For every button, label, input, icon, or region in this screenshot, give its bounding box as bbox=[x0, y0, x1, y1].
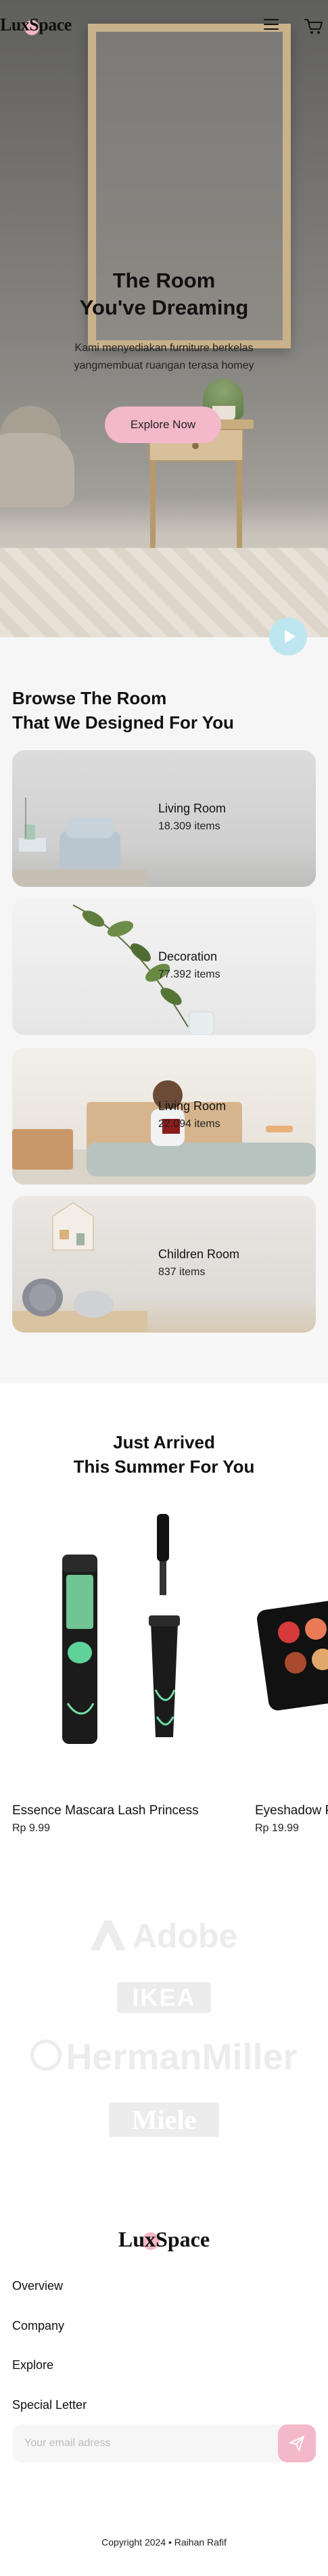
hero-table-leg bbox=[150, 461, 156, 549]
herman-miller-logo: HermanMiller bbox=[0, 2036, 328, 2078]
decoration-image bbox=[72, 904, 214, 1035]
living-room-image bbox=[12, 798, 147, 887]
hero-section: LuxSpace The Room You've Dreaming Kami me… bbox=[0, 0, 328, 637]
arrived-section-title: Just Arrived This Summer For You bbox=[73, 1432, 255, 1477]
browse-section-title: Browse The Room That We Designed For You bbox=[12, 688, 234, 733]
footer-link-company[interactable]: Company bbox=[12, 2319, 64, 2333]
miele-logo: Miele bbox=[0, 2102, 328, 2137]
browse-rooms-section: Browse The Room That We Designed For You … bbox=[0, 637, 328, 1383]
room-name: Decoration bbox=[158, 950, 218, 963]
room-card-living-room[interactable]: Living Room 18.309 items bbox=[12, 750, 316, 887]
adobe-logo: Adobe bbox=[0, 1916, 328, 1956]
send-button[interactable] bbox=[278, 2424, 316, 2462]
footer-link-overview[interactable]: Overview bbox=[12, 2279, 63, 2293]
hero-title: The Room You've Dreaming bbox=[79, 269, 249, 319]
hero-armchair-image bbox=[0, 379, 74, 514]
explore-now-button[interactable]: Explore Now bbox=[105, 407, 221, 443]
room-card-children-room[interactable]: Children Room 837 items bbox=[12, 1196, 316, 1333]
email-input[interactable] bbox=[12, 2424, 276, 2462]
room-count: 837 items bbox=[158, 1266, 206, 1278]
product-name: Essence Mascara Lash Princess bbox=[12, 1803, 199, 1818]
footer-special-letter-label: Special Letter bbox=[12, 2398, 87, 2412]
room-card-decoration[interactable]: Decoration 77.392 items bbox=[12, 898, 316, 1035]
room-count: 22.094 items bbox=[158, 1118, 220, 1130]
room-name: Children Room bbox=[158, 1247, 240, 1261]
product-price: Rp 19.99 bbox=[255, 1822, 299, 1834]
bedroom-reading-image bbox=[12, 1080, 316, 1184]
product-image-mascara bbox=[12, 1500, 255, 1793]
page: LuxSpace The Room You've Dreaming Kami me… bbox=[0, 0, 328, 2576]
product-price: Rp 9.99 bbox=[12, 1822, 51, 1834]
product-image-eyeshadow bbox=[255, 1500, 328, 1793]
copyright-text: Copyright 2024 • Raihan Rafif bbox=[101, 2537, 227, 2548]
children-room-image bbox=[12, 1202, 147, 1333]
shopping-cart-icon[interactable] bbox=[304, 18, 323, 35]
hero-subtitle: Kami menyediakan furniture berkelas yangm… bbox=[74, 342, 254, 371]
product-card[interactable]: Eyeshadow Palette with Mirror Rp 19.99 bbox=[255, 1500, 328, 1835]
brand-logo[interactable]: LuxSpace bbox=[0, 15, 72, 35]
hamburger-menu-icon[interactable] bbox=[264, 19, 279, 32]
newsletter-form bbox=[12, 2424, 316, 2462]
play-icon[interactable] bbox=[269, 618, 307, 656]
product-name: Eyeshadow Palette with Mirror bbox=[255, 1803, 328, 1818]
hero-table-leg bbox=[237, 461, 242, 549]
room-count: 18.309 items bbox=[158, 821, 220, 832]
room-card-living-room-2[interactable]: Living Room 22.094 items bbox=[12, 1048, 316, 1184]
room-name: Living Room bbox=[158, 802, 227, 815]
footer-brand-logo[interactable]: LuxSpace bbox=[0, 2227, 328, 2252]
paper-plane-icon bbox=[289, 2436, 304, 2451]
ikea-logo: IKEA bbox=[0, 1982, 328, 2013]
room-count: 77.392 items bbox=[158, 969, 220, 980]
footer-link-explore[interactable]: Explore bbox=[12, 2358, 53, 2372]
room-name: Living Room bbox=[158, 1099, 227, 1113]
product-card[interactable]: Essence Mascara Lash Princess Rp 9.99 bbox=[12, 1500, 255, 1835]
